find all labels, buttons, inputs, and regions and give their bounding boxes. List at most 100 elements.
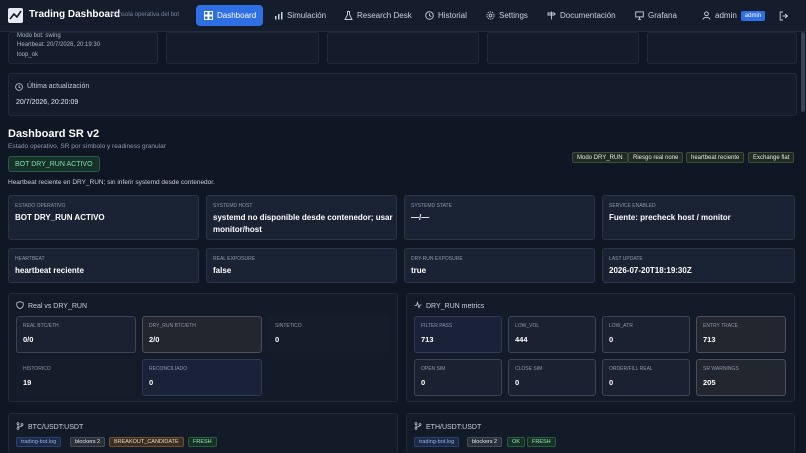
- metric-value: 0: [275, 335, 280, 344]
- nav-settings[interactable]: Settings: [478, 5, 536, 26]
- card-value: 2026-07-20T18:19:30Z: [609, 266, 692, 275]
- heartbeat-text: Heartbeat: 20/7/2026, 20:19:30: [17, 42, 101, 48]
- metric-label: CLOSE SIM: [515, 366, 543, 372]
- metric-sintetico: SINTETICO 0: [268, 316, 390, 353]
- bot-mode: Modo bot: swing: [17, 33, 61, 39]
- service-enabled-card: SERVICE ENABLED Fuente: precheck host / …: [602, 195, 795, 240]
- metric-label: ENTRY TRACE: [703, 323, 739, 329]
- card-value: false: [213, 266, 232, 275]
- nav-dashboard[interactable]: Dashboard: [196, 5, 263, 26]
- last-update-value: 20/7/2026, 20:20:09: [16, 99, 79, 106]
- metric-value: 0: [609, 378, 614, 387]
- user-menu[interactable]: admin admin: [694, 5, 773, 26]
- status-card-4: [487, 32, 639, 64]
- card-value: heartbeat reciente: [15, 266, 84, 275]
- heartbeat-note: Heartbeat reciente en DRY_RUN; sin infer…: [8, 179, 215, 186]
- nav-grafana-label: Grafana: [648, 11, 677, 20]
- branch-icon: [414, 422, 422, 432]
- nav-research-desk-label: Research Desk: [357, 11, 412, 20]
- nav-historial[interactable]: Historial: [417, 5, 475, 26]
- metric-value: 0: [609, 335, 614, 344]
- last-update-status-card: LAST UPDATE 2026-07-20T18:19:30Z: [602, 248, 795, 283]
- card-value: true: [411, 266, 427, 275]
- nav-simulacion-label: Simulación: [287, 11, 327, 20]
- chip-ok-eth: OK: [507, 437, 525, 447]
- top-nav: Trading Dashboard Consola operativa del …: [0, 0, 806, 32]
- card-label: SYSTEMD HOST: [213, 203, 253, 209]
- chip-blockers-eth: blockers 2: [467, 437, 503, 447]
- metric-value: 2/0: [149, 335, 160, 344]
- symbol-label-btc: BTC/USDT:USDT: [28, 423, 84, 431]
- bot-mode-card: Modo bot: swing Heartbeat: 20/7/2026, 20…: [8, 32, 158, 64]
- last-update-card: [8, 73, 797, 116]
- metric-label: ORDER/FILL REAL: [609, 366, 653, 372]
- nav-documentacion-label: Documentación: [560, 11, 616, 20]
- status-card-2: [166, 32, 319, 64]
- metric-label: SR WARNINGS: [703, 366, 739, 372]
- branch-icon: [16, 422, 24, 432]
- app-title: Trading Dashboard: [29, 9, 121, 20]
- chip-blockers-btc: blockers 2: [70, 437, 106, 447]
- chip-log-eth: trading-bot.log: [414, 437, 460, 447]
- symbol-title-eth: ETH/USDT:USDT: [414, 422, 481, 432]
- metric-label: RECONCILIADO: [149, 366, 188, 372]
- bot-status-badge: BOT DRY_RUN ACTIVO: [8, 156, 100, 172]
- card-value: Fuente: precheck host / monitor: [609, 213, 731, 222]
- metric-filter-pass: FILTER PASS 713: [414, 316, 502, 353]
- real-vs-dry-label: Real vs DRY_RUN: [28, 302, 87, 310]
- metric-real-btc-eth: REAL BTC/ETH 0/0: [16, 316, 136, 353]
- real-vs-dry-title: Real vs DRY_RUN: [16, 301, 87, 311]
- metric-entry-trace: ENTRY TRACE 713: [696, 316, 786, 353]
- card-value: —/—: [411, 213, 430, 222]
- tag-exchange: Exchange flat: [748, 152, 795, 163]
- card-label: SERVICE ENABLED: [609, 203, 656, 209]
- metric-label: FILTER PASS: [421, 323, 453, 329]
- metric-close-sim: CLOSE SIM 0: [508, 359, 596, 396]
- chip-signal-btc: BREAKOUT_CANDIDATE: [109, 437, 184, 447]
- tag-risk: Riesgo real none: [628, 152, 684, 163]
- metric-label: REAL BTC/ETH: [23, 323, 59, 329]
- nav-grafana[interactable]: Grafana: [627, 5, 685, 26]
- card-label: SYSTEMD STATE: [411, 203, 452, 209]
- app-subtitle: Consola operativa del bot: [111, 12, 180, 18]
- dry-run-metrics-label: DRY_RUN metrics: [426, 302, 485, 310]
- card-label: REAL EXPOSURE: [213, 256, 256, 262]
- metric-order-fill-real: ORDER/FILL REAL 0: [602, 359, 690, 396]
- metric-low-atr: LOW_ATR 0: [602, 316, 690, 353]
- symbol-panel-btc: [8, 413, 398, 453]
- metric-value: 0: [149, 378, 154, 387]
- shield-icon: [16, 301, 24, 311]
- heartbeat-card: HEARTBEAT heartbeat reciente: [8, 248, 199, 283]
- user-name: admin: [715, 11, 737, 20]
- metric-label: HISTORICO: [23, 366, 51, 372]
- metric-label: LOW_VOL: [515, 323, 540, 329]
- metric-value: 19: [23, 378, 32, 387]
- loop-status: loop_ok: [17, 52, 39, 58]
- metric-label: DRY_RUN BTC/ETH: [149, 323, 196, 329]
- metric-dry-run-btc-eth: DRY_RUN BTC/ETH 2/0: [142, 316, 262, 353]
- status-card-5: [647, 32, 797, 64]
- clock-icon: [15, 83, 23, 91]
- signpost-icon: [547, 11, 556, 20]
- nav-simulacion[interactable]: Simulación: [266, 5, 334, 26]
- symbol-title-btc: BTC/USDT:USDT: [16, 422, 83, 432]
- metric-value: 205: [703, 378, 716, 387]
- nav-settings-label: Settings: [499, 11, 528, 20]
- user-role-badge: admin: [740, 10, 766, 21]
- metric-value: 0/0: [23, 335, 34, 344]
- metric-value: 0: [421, 378, 426, 387]
- metric-historico: HISTORICO 19: [16, 359, 136, 396]
- logout-icon[interactable]: [779, 11, 789, 21]
- last-update-label: Última actualización: [27, 83, 90, 90]
- nav-research-desk[interactable]: Research Desk: [336, 5, 420, 26]
- monitor-icon: [635, 11, 644, 20]
- app-logo-icon: [8, 8, 23, 23]
- page-scrollbar[interactable]: [801, 32, 805, 112]
- user-icon: [702, 11, 711, 20]
- dry-run-metrics-title: DRY_RUN metrics: [414, 301, 484, 311]
- nav-historial-label: Historial: [438, 11, 467, 20]
- card-label: DRY-RUN EXPOSURE: [411, 256, 463, 262]
- nav-documentacion[interactable]: Documentación: [539, 5, 624, 26]
- metric-open-sim: OPEN SIM 0: [414, 359, 502, 396]
- tag-mode: Modo DRY_RUN: [572, 152, 628, 163]
